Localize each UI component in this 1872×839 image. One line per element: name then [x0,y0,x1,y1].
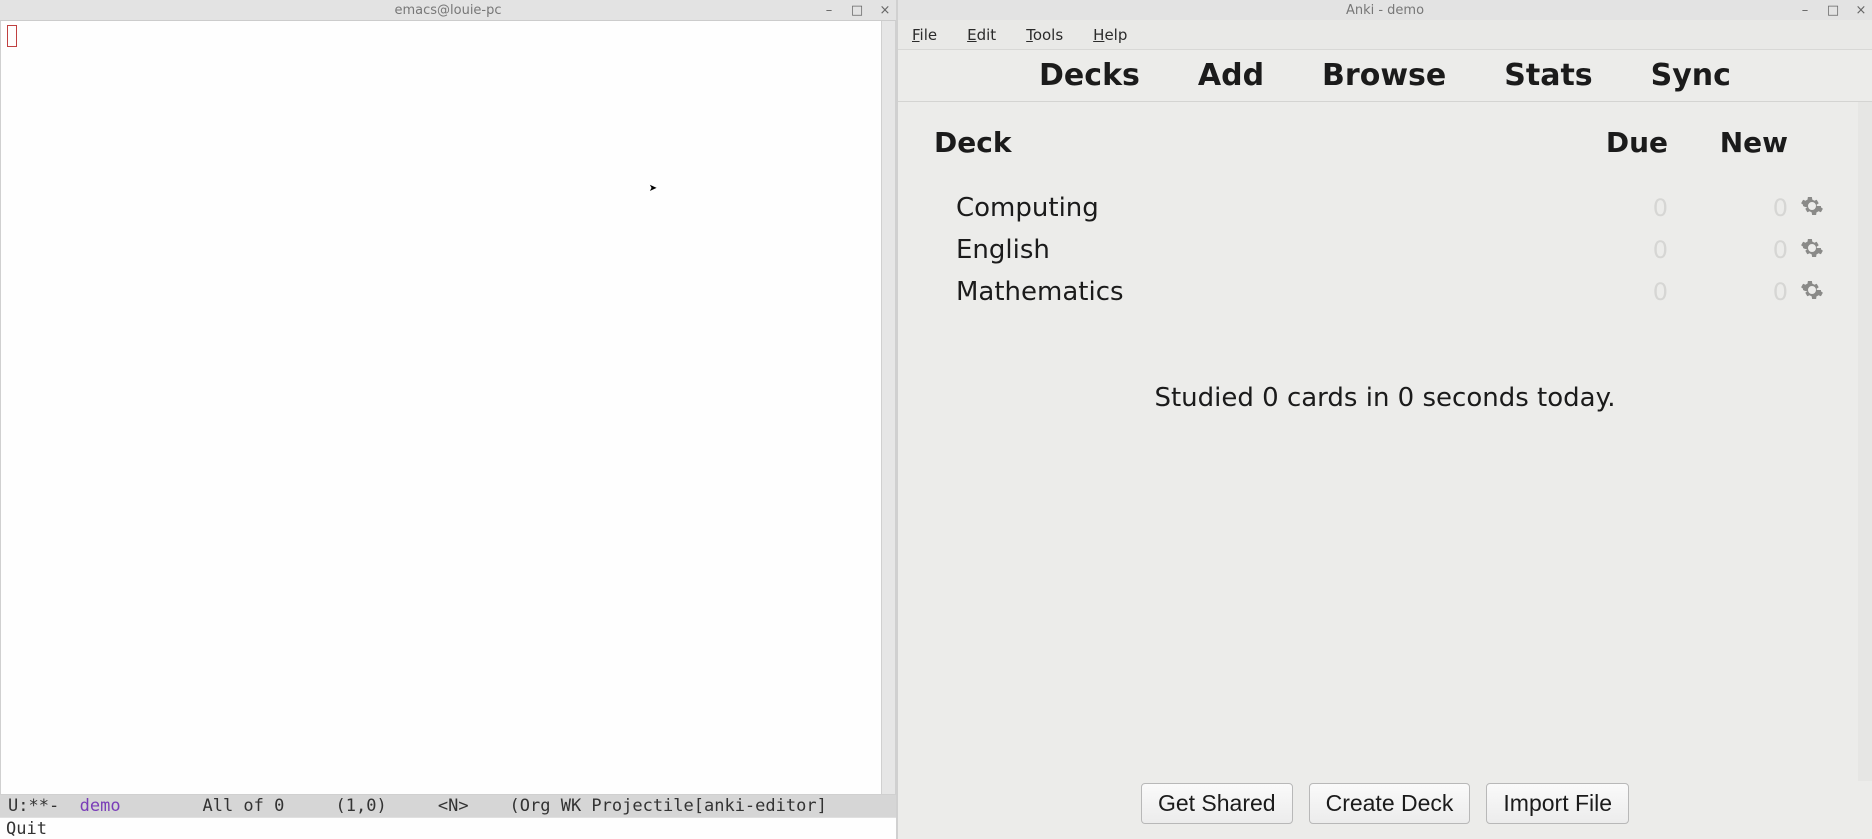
deck-due: 0 [1548,236,1668,264]
anki-menubar: File Edit Tools Help [898,20,1872,50]
anki-titlebar: Anki - demo – □ × [898,0,1872,20]
menu-edit[interactable]: Edit [967,26,996,44]
maximize-icon[interactable]: □ [1826,3,1840,18]
modeline-buffer: demo [80,796,121,816]
deck-name[interactable]: English [934,235,1548,265]
minimize-icon[interactable]: – [1798,3,1812,18]
studied-text: Studied 0 cards in 0 seconds today. [934,383,1836,413]
gear-icon[interactable] [1788,278,1836,306]
gear-icon[interactable] [1788,194,1836,222]
toolbar-add[interactable]: Add [1198,58,1264,93]
modeline-left: U:**- [8,796,80,816]
toolbar-sync[interactable]: Sync [1651,58,1731,93]
anki-title: Anki - demo [1346,3,1424,18]
toolbar-decks[interactable]: Decks [1039,58,1140,93]
emacs-window: emacs@louie-pc – □ × ➤ U:**- demo All of… [0,0,898,839]
import-file-button[interactable]: Import File [1486,783,1629,824]
create-deck-button[interactable]: Create Deck [1309,783,1471,824]
header-due: Due [1548,126,1668,159]
deck-list-header: Deck Due New [934,120,1836,187]
mouse-pointer-icon: ➤ [649,181,657,197]
deck-row: Mathematics 0 0 [934,271,1836,313]
deck-row: English 0 0 [934,229,1836,271]
menu-tools[interactable]: Tools [1026,26,1063,44]
emacs-minibuffer[interactable]: Quit [0,817,896,839]
anki-bottom-bar: Get Shared Create Deck Import File [898,781,1872,839]
deck-due: 0 [1548,278,1668,306]
get-shared-button[interactable]: Get Shared [1141,783,1293,824]
toolbar-stats[interactable]: Stats [1504,58,1592,93]
close-icon[interactable]: × [1854,3,1868,18]
menu-file[interactable]: File [912,26,937,44]
close-icon[interactable]: × [878,3,892,18]
minimize-icon[interactable]: – [822,3,836,18]
deck-new: 0 [1668,278,1788,306]
emacs-buffer[interactable]: ➤ [1,21,881,794]
anki-toolbar: Decks Add Browse Stats Sync [898,50,1872,102]
minibuffer-text: Quit [6,819,47,839]
emacs-modeline: U:**- demo All of 0 (1,0) <N> (Org WK Pr… [0,795,896,817]
deck-name[interactable]: Computing [934,193,1548,223]
emacs-cursor [7,25,17,47]
modeline-middle: All of 0 (1,0) <N> (Org WK Projectile[an… [121,796,827,816]
gear-icon[interactable] [1788,236,1836,264]
header-deck: Deck [934,126,1548,159]
anki-scrollbar[interactable] [1858,102,1872,781]
deck-new: 0 [1668,194,1788,222]
emacs-body: ➤ [0,20,896,795]
deck-new: 0 [1668,236,1788,264]
deck-row: Computing 0 0 [934,187,1836,229]
menu-help[interactable]: Help [1093,26,1127,44]
maximize-icon[interactable]: □ [850,3,864,18]
deck-due: 0 [1548,194,1668,222]
emacs-title: emacs@louie-pc [394,3,501,18]
deck-name[interactable]: Mathematics [934,277,1548,307]
emacs-window-controls: – □ × [822,3,892,18]
emacs-titlebar: emacs@louie-pc – □ × [0,0,896,20]
header-new: New [1668,126,1788,159]
toolbar-browse[interactable]: Browse [1322,58,1446,93]
anki-main: Deck Due New Computing 0 0 English 0 0 M… [898,102,1872,781]
anki-window-controls: – □ × [1798,3,1868,18]
anki-window: Anki - demo – □ × File Edit Tools Help D… [898,0,1872,839]
emacs-scrollbar[interactable] [881,21,895,794]
